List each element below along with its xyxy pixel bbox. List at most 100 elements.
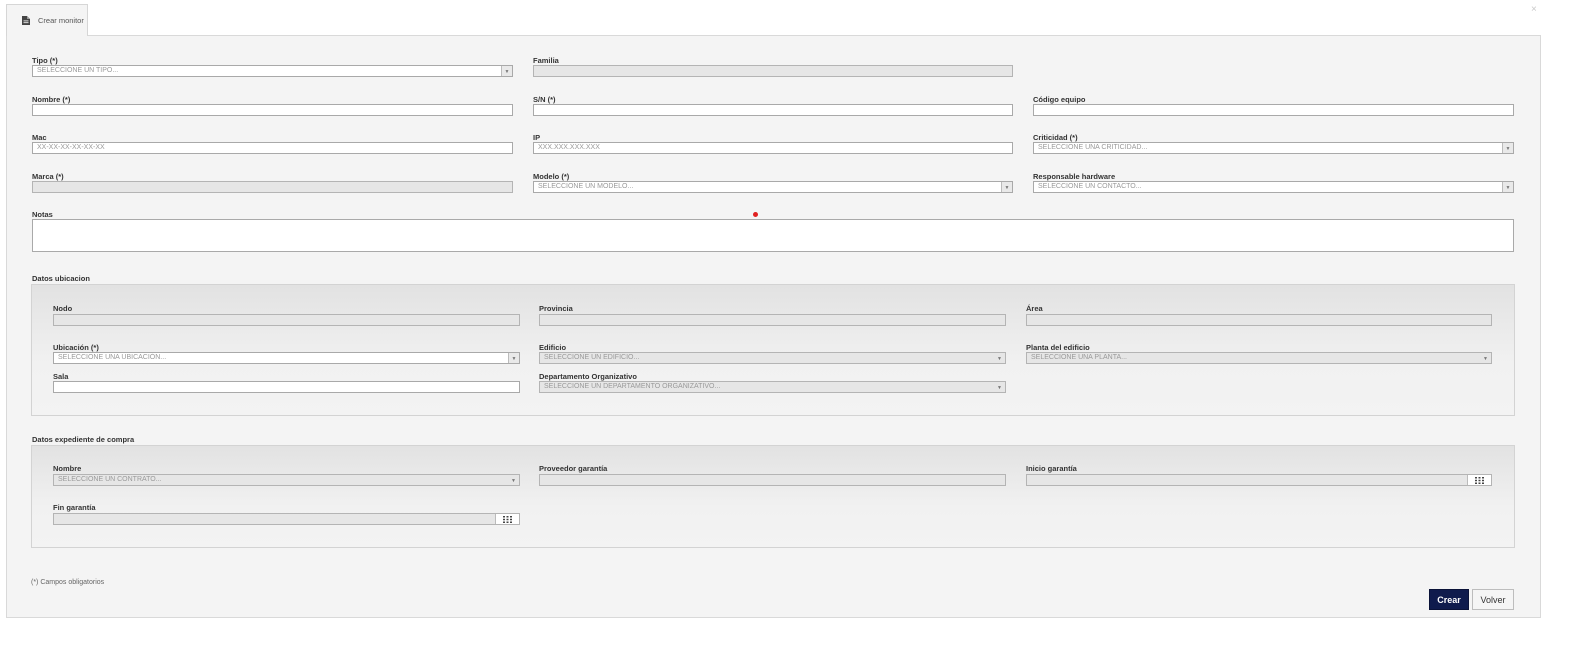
codigo-equipo-field: Código equipo bbox=[1033, 95, 1086, 104]
tab-label: Crear monitor bbox=[38, 16, 84, 25]
calendar-icon[interactable] bbox=[1467, 475, 1491, 485]
codigo-equipo-label: Código equipo bbox=[1033, 95, 1086, 104]
marca-input bbox=[32, 181, 513, 193]
criticidad-select[interactable]: SELECCIONE UNA CRITICIDAD... ▼ bbox=[1033, 142, 1514, 154]
area-input bbox=[1026, 314, 1492, 326]
ubicacion-subpanel bbox=[31, 284, 1515, 416]
compra-subpanel bbox=[31, 445, 1515, 548]
required-fields-note: (*) Campos obligatorios bbox=[31, 579, 105, 586]
tipo-select[interactable]: SELECCIONE UN TIPO... ▼ bbox=[32, 65, 513, 77]
responsable-label: Responsable hardware bbox=[1033, 172, 1116, 181]
nodo-input bbox=[53, 314, 520, 326]
familia-input bbox=[533, 65, 1013, 77]
edificio-select: SELECCIONE UN EDIFICIO... ▼ bbox=[539, 352, 1006, 364]
edificio-field: Edificio bbox=[539, 343, 566, 352]
mac-placeholder: XX-XX-XX-XX-XX-XX bbox=[37, 144, 105, 151]
chevron-down-icon: ▼ bbox=[997, 356, 1002, 362]
planta-field: Planta del edificio bbox=[1026, 343, 1090, 352]
ip-label: IP bbox=[533, 133, 541, 142]
inicio-garantia-input bbox=[1026, 474, 1492, 486]
criticidad-select-value: SELECCIONE UNA CRITICIDAD... bbox=[1038, 144, 1148, 151]
criticidad-label: Criticidad (*) bbox=[1033, 133, 1078, 142]
ip-placeholder: XXX.XXX.XXX.XXX bbox=[538, 144, 600, 151]
contrato-select[interactable]: SELECCIONE UN CONTRATO... ▼ bbox=[53, 474, 520, 486]
proveedor-field: Proveedor garantía bbox=[539, 464, 607, 473]
tipo-field: Tipo (*) bbox=[32, 56, 58, 65]
ubicacion-label: Ubicación (*) bbox=[53, 343, 99, 352]
mac-label: Mac bbox=[32, 133, 47, 142]
marca-field: Marca (*) bbox=[32, 172, 64, 181]
nombre-field: Nombre (*) bbox=[32, 95, 70, 104]
sn-label: S/N (*) bbox=[533, 95, 556, 104]
ip-input[interactable]: XXX.XXX.XXX.XXX bbox=[533, 142, 1013, 154]
nombre-input[interactable] bbox=[32, 104, 513, 116]
fin-garantia-field: Fin garantía bbox=[53, 503, 96, 512]
codigo-equipo-input[interactable] bbox=[1033, 104, 1514, 116]
tab-crear-monitor[interactable]: Crear monitor bbox=[6, 4, 88, 36]
planta-select-value: SELECCIONE UNA PLANTA... bbox=[1031, 354, 1127, 361]
mac-field: Mac bbox=[32, 133, 47, 142]
area-label: Área bbox=[1026, 304, 1043, 313]
modelo-select[interactable]: SELECCIONE UN MODELO... ▼ bbox=[533, 181, 1013, 193]
planta-label: Planta del edificio bbox=[1026, 343, 1090, 352]
mac-input[interactable]: XX-XX-XX-XX-XX-XX bbox=[32, 142, 513, 154]
compra-section-title: Datos expediente de compra bbox=[32, 435, 135, 444]
crear-button[interactable]: Crear bbox=[1429, 589, 1469, 610]
inicio-garantia-label: Inicio garantía bbox=[1026, 464, 1077, 473]
close-icon[interactable]: × bbox=[1531, 4, 1537, 15]
sala-label: Sala bbox=[53, 372, 69, 381]
proveedor-input bbox=[539, 474, 1006, 486]
responsable-select[interactable]: SELECCIONE UN CONTACTO... ▼ bbox=[1033, 181, 1514, 193]
chevron-down-icon: ▼ bbox=[997, 385, 1002, 391]
ubicacion-select[interactable]: SELECCIONE UNA UBICACIÓN... ▼ bbox=[53, 352, 520, 364]
modelo-label: Modelo (*) bbox=[533, 172, 570, 181]
departamento-select: SELECCIONE UN DEPARTAMENTO ORGANIZATIVO.… bbox=[539, 381, 1006, 393]
edificio-select-value: SELECCIONE UN EDIFICIO... bbox=[544, 354, 640, 361]
nodo-field: Nodo bbox=[53, 304, 72, 313]
proveedor-label: Proveedor garantía bbox=[539, 464, 608, 473]
contrato-nombre-label: Nombre bbox=[53, 464, 82, 473]
ubicacion-field: Ubicación (*) bbox=[53, 343, 99, 352]
area-field: Área bbox=[1026, 304, 1043, 313]
chevron-down-icon[interactable]: ▼ bbox=[1001, 182, 1012, 192]
sn-field: S/N (*) bbox=[533, 95, 556, 104]
document-icon bbox=[22, 16, 30, 25]
responsable-field: Responsable hardware bbox=[1033, 172, 1115, 181]
notas-textarea[interactable] bbox=[32, 219, 1514, 252]
nombre-label: Nombre (*) bbox=[32, 95, 71, 104]
familia-field: Familia bbox=[533, 56, 559, 65]
sala-field: Sala bbox=[53, 372, 68, 381]
familia-label: Familia bbox=[533, 56, 559, 65]
volver-button[interactable]: Volver bbox=[1472, 589, 1514, 610]
ubicacion-select-value: SELECCIONE UNA UBICACIÓN... bbox=[58, 354, 167, 361]
contrato-select-value: SELECCIONE UN CONTRATO... bbox=[58, 476, 162, 483]
notas-label: Notas bbox=[32, 210, 53, 219]
chevron-down-icon[interactable]: ▼ bbox=[1502, 182, 1513, 192]
modelo-field: Modelo (*) bbox=[533, 172, 569, 181]
cursor-marker bbox=[753, 212, 758, 217]
provincia-input bbox=[539, 314, 1006, 326]
modelo-select-value: SELECCIONE UN MODELO... bbox=[538, 183, 634, 190]
nodo-label: Nodo bbox=[53, 304, 73, 313]
departamento-select-value: SELECCIONE UN DEPARTAMENTO ORGANIZATIVO.… bbox=[544, 383, 721, 390]
notas-field: Notas bbox=[32, 210, 53, 219]
chevron-down-icon[interactable]: ▼ bbox=[508, 475, 519, 485]
fin-garantia-input bbox=[53, 513, 520, 525]
departamento-field: Departamento Organizativo bbox=[539, 372, 637, 381]
edificio-label: Edificio bbox=[539, 343, 567, 352]
fin-garantia-label: Fin garantía bbox=[53, 503, 96, 512]
provincia-label: Provincia bbox=[539, 304, 573, 313]
calendar-icon[interactable] bbox=[495, 514, 519, 524]
sala-input[interactable] bbox=[53, 381, 520, 393]
ubicacion-section-title: Datos ubicacion bbox=[32, 274, 90, 283]
sn-input[interactable] bbox=[533, 104, 1013, 116]
departamento-label: Departamento Organizativo bbox=[539, 372, 637, 381]
provincia-field: Provincia bbox=[539, 304, 573, 313]
criticidad-field: Criticidad (*) bbox=[1033, 133, 1078, 142]
ip-field: IP bbox=[533, 133, 540, 142]
chevron-down-icon[interactable]: ▼ bbox=[1502, 143, 1513, 153]
tipo-label: Tipo (*) bbox=[32, 56, 58, 65]
chevron-down-icon[interactable]: ▼ bbox=[508, 353, 519, 363]
chevron-down-icon[interactable]: ▼ bbox=[501, 66, 512, 76]
planta-select: SELECCIONE UNA PLANTA... ▼ bbox=[1026, 352, 1492, 364]
